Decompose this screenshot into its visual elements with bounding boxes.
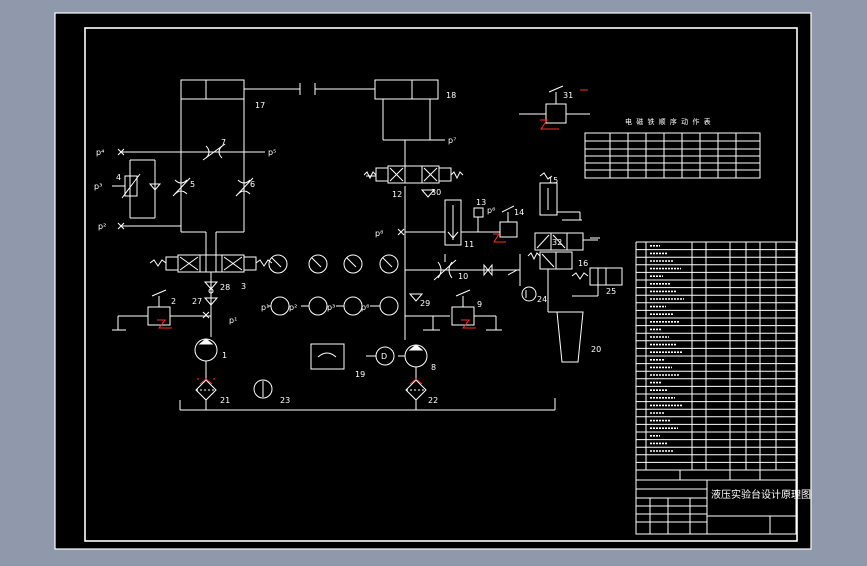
label-2: 2	[171, 297, 176, 306]
label-17: 17	[255, 101, 265, 110]
label-p3-left: p³	[94, 182, 102, 191]
label-p3: p³	[327, 303, 335, 312]
drawing-title: 液压实验台设计原理图	[711, 488, 811, 501]
label-19: 19	[355, 370, 365, 379]
label-31: 31	[563, 91, 573, 100]
label-32: 32	[552, 238, 562, 247]
label-10: 10	[458, 272, 468, 281]
label-8: 8	[431, 363, 436, 372]
label-p6: p⁶	[361, 303, 369, 312]
label-12: 12	[392, 190, 402, 199]
label-29: 29	[420, 299, 430, 308]
label-24: 24	[537, 295, 547, 304]
label-p7: p⁷	[448, 136, 456, 145]
sequence-table-title: 电 磁 铁 顺 序 动 作 表	[625, 117, 712, 126]
label-p2-left: p²	[98, 222, 106, 231]
label-p5: p⁵	[268, 148, 276, 157]
label-25: 25	[606, 287, 616, 296]
label-7: 7	[221, 138, 226, 147]
label-p8: p⁸	[375, 229, 383, 238]
label-p6-right: p⁶	[487, 206, 495, 215]
label-13: 13	[476, 198, 486, 207]
label-28: 28	[220, 283, 230, 292]
label-1: 1	[222, 351, 227, 360]
label-motor-d: D	[381, 352, 387, 361]
label-27: 27	[192, 297, 202, 306]
label-11: 11	[464, 240, 474, 249]
label-30: 30	[431, 188, 441, 197]
label-5: 5	[190, 180, 195, 189]
label-6: 6	[250, 180, 255, 189]
label-p4: p⁴	[96, 148, 104, 157]
label-21: 21	[220, 396, 230, 405]
hydraulic-schematic-drawing: 17 18 7 4 5 6 3 2 28 27 1 21 23 19 8 9 2…	[54, 12, 812, 550]
label-23: 23	[280, 396, 290, 405]
label-9: 9	[477, 300, 482, 309]
label-p1: p¹	[261, 303, 269, 312]
drawing-sheet	[55, 13, 811, 549]
label-20: 20	[591, 345, 601, 354]
label-18: 18	[446, 91, 456, 100]
label-15: 15	[548, 176, 558, 185]
label-p1-left: p¹	[229, 316, 237, 325]
label-p2: p²	[289, 303, 297, 312]
label-16: 16	[578, 259, 588, 268]
label-3: 3	[241, 282, 246, 291]
label-14: 14	[514, 208, 524, 217]
label-22: 22	[428, 396, 438, 405]
label-4: 4	[116, 173, 121, 182]
cad-viewport: 17 18 7 4 5 6 3 2 28 27 1 21 23 19 8 9 2…	[0, 0, 867, 562]
